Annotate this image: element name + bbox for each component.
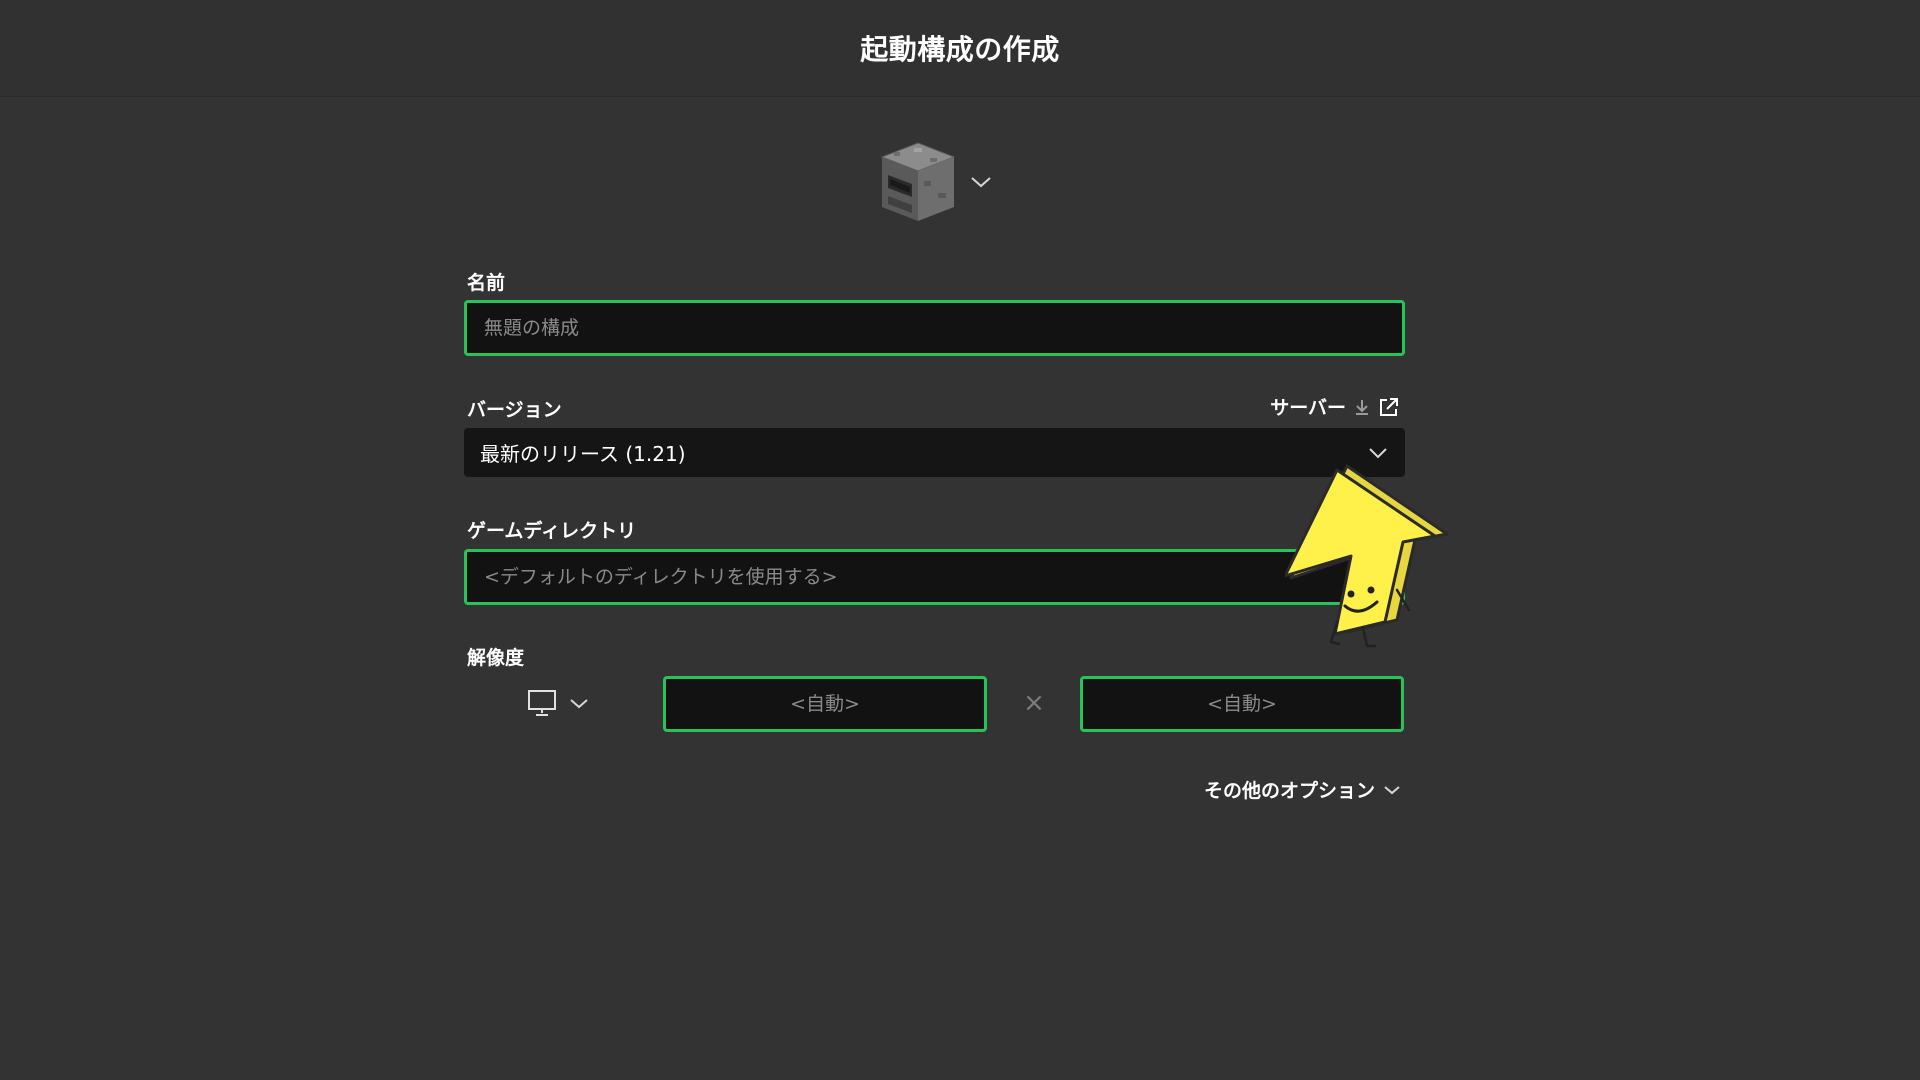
- version-selected-value: 最新のリリース (1.21): [480, 442, 686, 466]
- page-header: 起動構成の作成: [0, 0, 1920, 97]
- more-options-label: その他のオプション: [1203, 780, 1375, 802]
- resolution-height-input[interactable]: [1080, 676, 1404, 732]
- monitor-icon: [528, 690, 556, 716]
- page-title: 起動構成の作成: [860, 33, 1060, 66]
- name-label: 名前: [467, 272, 506, 294]
- resolution-label: 解像度: [467, 647, 525, 669]
- chevron-down-icon: [570, 698, 588, 708]
- resolution-width-input[interactable]: [663, 676, 987, 732]
- game-directory-input[interactable]: [464, 549, 1405, 605]
- version-select[interactable]: 最新のリリース (1.21): [464, 428, 1405, 477]
- resolution-preset-dropdown[interactable]: [527, 689, 589, 717]
- chevron-down-icon: [1384, 785, 1400, 794]
- game-directory-label: ゲームディレクトリ: [467, 520, 637, 542]
- chevron-down-icon: [971, 177, 991, 188]
- furnace-icon: [880, 142, 956, 221]
- profile-icon-picker[interactable]: [880, 141, 992, 223]
- external-link-icon: [1380, 397, 1398, 416]
- name-input[interactable]: [464, 300, 1405, 356]
- arrow-mascot-illustration: [1285, 464, 1449, 648]
- resolution-separator: ×: [1023, 688, 1045, 718]
- server-link-label: サーバー: [1270, 397, 1346, 419]
- chevron-down-icon: [1369, 447, 1387, 458]
- more-options-toggle[interactable]: その他のオプション: [1204, 776, 1401, 803]
- download-icon: [1356, 399, 1368, 415]
- server-download-link[interactable]: サーバー: [1270, 393, 1400, 420]
- version-label: バージョン: [467, 399, 562, 421]
